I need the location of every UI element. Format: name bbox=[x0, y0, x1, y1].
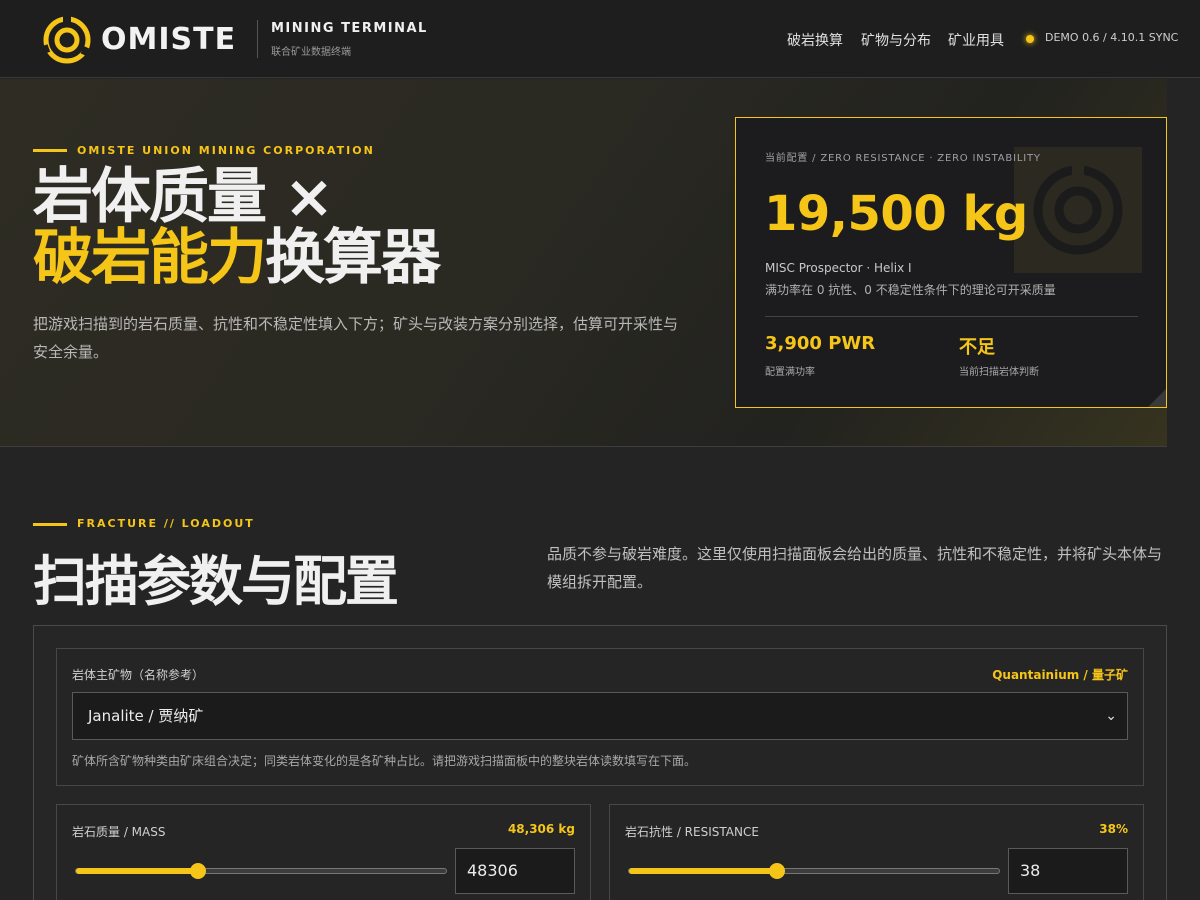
mass-slider-fill bbox=[76, 868, 199, 874]
mass-slider[interactable] bbox=[75, 863, 447, 879]
section-eyebrow-bar bbox=[33, 523, 67, 526]
mass-field-group: 岩石质量 / MASS 48,306 kg 48306 bbox=[56, 804, 591, 900]
resistance-slider-thumb[interactable] bbox=[769, 863, 785, 879]
nav-link-mining-tools[interactable]: 矿业用具 bbox=[948, 30, 1004, 50]
hero-title-accent: 破岩能力 bbox=[33, 223, 267, 293]
resistance-input[interactable]: 38 bbox=[1008, 848, 1128, 894]
mineral-select[interactable]: Janalite / 贾纳矿 ⌄ bbox=[72, 692, 1128, 740]
mineral-badge: Quantainium / 量子矿 bbox=[992, 668, 1128, 682]
loadout-panel: 岩体主矿物（名称参考） Quantainium / 量子矿 Janalite /… bbox=[33, 625, 1167, 900]
hero-title-rest: 换算器 bbox=[265, 223, 441, 293]
verdict-stat-value: 不足 bbox=[959, 337, 995, 358]
mineral-label: 岩体主矿物（名称参考） bbox=[72, 668, 205, 682]
section-description: 品质不参与破岩难度。这里仅使用扫描面板会给出的质量、抗性和不稳定性，并将矿头本体… bbox=[547, 545, 1163, 591]
brand-divider bbox=[257, 20, 258, 58]
hero-description: 把游戏扫描到的岩石质量、抗性和不稳定性填入下方；矿头与改装方案分别选择，估算可开… bbox=[33, 315, 679, 361]
top-bar: OMISTE MINING TERMINAL 联合矿业数据终端 破岩换算 矿物与… bbox=[0, 0, 1200, 78]
status-dot-icon bbox=[1026, 35, 1034, 43]
hero-eyebrow: OMISTE UNION MINING CORPORATION bbox=[77, 144, 375, 157]
section-title: 扫描参数与配置 bbox=[33, 550, 399, 613]
power-stat-value: 3,900 PWR bbox=[765, 333, 876, 354]
mineral-field-group: 岩体主矿物（名称参考） Quantainium / 量子矿 Janalite /… bbox=[56, 648, 1144, 786]
nav-link-fracture-calc[interactable]: 破岩换算 bbox=[787, 30, 843, 50]
hero-title-line1: 岩体质量 × bbox=[33, 162, 334, 232]
version-status: DEMO 0.6 / 4.10.1 SYNC bbox=[1045, 31, 1179, 44]
hero-title-line2: 破岩能力换算器 bbox=[33, 228, 441, 289]
chevron-down-icon[interactable]: ⌄ bbox=[1105, 693, 1117, 739]
resistance-label: 岩石抗性 / RESISTANCE bbox=[625, 825, 759, 839]
resistance-slider-fill bbox=[629, 868, 777, 874]
eyebrow-bar bbox=[33, 149, 67, 152]
result-card-label: 当前配置 / ZERO RESISTANCE · ZERO INSTABILIT… bbox=[765, 153, 1041, 164]
resistance-badge: 38% bbox=[1099, 822, 1128, 836]
mass-slider-thumb[interactable] bbox=[190, 863, 207, 879]
resistance-field-group: 岩石抗性 / RESISTANCE 38% 38 bbox=[609, 804, 1144, 900]
card-corner-notch bbox=[1148, 389, 1166, 407]
section-eyebrow: FRACTURE // LOADOUT bbox=[77, 517, 255, 530]
mineral-help-text: 矿体所含矿物种类由矿床组合决定；同类岩体变化的是各矿种占比。请把游戏扫描面板中的… bbox=[72, 754, 697, 768]
brand-subtitle: MINING TERMINAL bbox=[271, 21, 428, 36]
max-mass-value: 19,500 kg bbox=[764, 186, 1028, 242]
brand-subtitle-cn: 联合矿业数据终端 bbox=[271, 47, 351, 58]
result-card: 当前配置 / ZERO RESISTANCE · ZERO INSTABILIT… bbox=[735, 117, 1167, 408]
mass-badge: 48,306 kg bbox=[507, 822, 575, 836]
card-background-icon bbox=[1014, 147, 1142, 273]
mineral-selected-value: Janalite / 贾纳矿 bbox=[88, 707, 204, 725]
verdict-stat-label: 当前扫描岩体判断 bbox=[959, 367, 1039, 378]
mass-input[interactable]: 48306 bbox=[455, 848, 575, 894]
card-divider bbox=[765, 316, 1138, 317]
omiste-logo-icon[interactable] bbox=[42, 15, 92, 65]
resistance-slider[interactable] bbox=[628, 863, 1000, 879]
hero-title: 岩体质量 × 破岩能力换算器 bbox=[33, 162, 441, 289]
nav-link-minerals[interactable]: 矿物与分布 bbox=[861, 30, 931, 50]
brand-name[interactable]: OMISTE bbox=[101, 22, 236, 58]
mass-label: 岩石质量 / MASS bbox=[72, 825, 166, 839]
result-card-note: 满功率在 0 抗性、0 不稳定性条件下的理论可开采质量 bbox=[765, 283, 1056, 297]
power-stat-label: 配置满功率 bbox=[765, 367, 815, 378]
ship-loadout: MISC Prospector · Helix I bbox=[765, 261, 912, 275]
